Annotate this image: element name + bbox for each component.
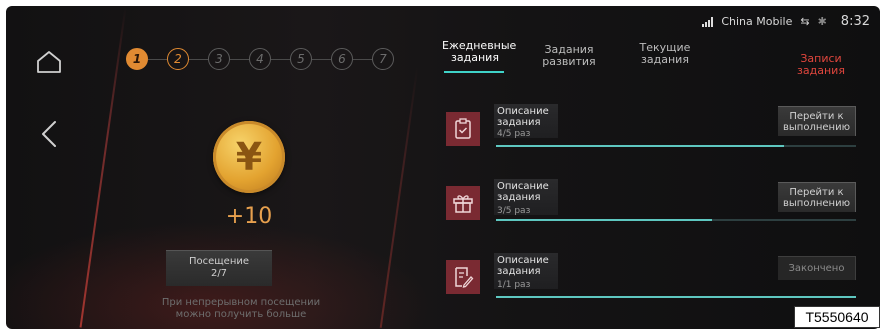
active-tab-indicator <box>444 71 504 73</box>
step-connector <box>189 58 208 60</box>
task-desc-line: задания <box>497 266 541 277</box>
task-desc-line: Описание <box>497 106 549 117</box>
gift-icon <box>446 186 480 220</box>
reward-amount: +10 <box>225 204 273 229</box>
task-progress-bar <box>496 145 856 147</box>
button-label: выполнению <box>783 121 850 133</box>
tab-growth-tasks[interactable]: Задания развития <box>536 44 602 68</box>
task-desc-line: Описание <box>497 181 549 192</box>
divider-line <box>379 67 419 328</box>
step-4: 4 <box>249 48 271 70</box>
visit-label: Посещение <box>188 256 250 267</box>
tab-label: развития <box>542 55 596 68</box>
task-records-link[interactable]: Записи задания <box>788 53 854 77</box>
task-progress-bar <box>496 296 856 298</box>
task-progress-bar <box>496 219 856 221</box>
coin-icon: ¥ <box>213 121 285 193</box>
task-count: 3/5 раз <box>497 206 531 216</box>
step-connector <box>271 58 290 60</box>
button-label: Перейти к <box>789 186 844 198</box>
step-connector <box>312 58 331 60</box>
task-desc-line: задания <box>497 117 541 128</box>
step-3: 3 <box>208 48 230 70</box>
completed-button: Закончено <box>778 256 856 280</box>
signal-icon <box>702 16 714 27</box>
step-indicator: 1 2 3 4 5 6 7 <box>126 48 394 70</box>
button-label: выполнению <box>783 197 850 209</box>
document-edit-icon <box>446 260 480 294</box>
progress-fill <box>496 296 856 298</box>
step-2: 2 <box>167 48 189 70</box>
bluetooth-icon: ✱ <box>817 15 827 28</box>
hint-line: При непрерывном посещении <box>161 297 321 308</box>
button-label: Перейти к <box>789 110 844 122</box>
step-6: 6 <box>331 48 353 70</box>
step-5: 5 <box>290 48 312 70</box>
go-complete-button[interactable]: Перейти к выполнению <box>778 106 856 136</box>
task-count: 1/1 раз <box>497 280 531 290</box>
image-reference-code: T5550640 <box>794 306 880 328</box>
usb-icon: ⇆ <box>800 15 810 28</box>
hint-line: можно получить больше <box>175 309 307 320</box>
divider-line <box>79 7 127 328</box>
task-count: 4/5 раз <box>497 129 531 139</box>
tab-label: задания <box>451 51 499 64</box>
home-icon[interactable] <box>36 50 62 74</box>
clock: 8:32 <box>840 14 870 29</box>
task-desc-line: Описание <box>497 255 549 266</box>
yuan-symbol: ¥ <box>235 135 263 179</box>
step-1: 1 <box>126 48 148 70</box>
step-7: 7 <box>372 48 394 70</box>
task-desc-line: задания <box>497 192 541 203</box>
tab-label: задания <box>797 64 845 77</box>
go-complete-button[interactable]: Перейти к выполнению <box>778 182 856 212</box>
status-bar: China Mobile ⇆ ✱ 8:32 <box>702 14 870 29</box>
button-label: Закончено <box>788 263 845 274</box>
back-icon[interactable] <box>40 120 58 148</box>
app-screen: China Mobile ⇆ ✱ 8:32 1 2 3 4 5 6 7 ¥ +1… <box>6 6 880 329</box>
carrier-label: China Mobile <box>721 15 793 28</box>
visit-count: 2/7 <box>210 268 228 279</box>
streak-hint: При непрерывном посещении можно получить… <box>156 297 326 321</box>
step-connector <box>148 58 167 60</box>
tab-current-tasks[interactable]: Текущие задания <box>632 42 698 66</box>
tab-daily-tasks[interactable]: Ежедневные задания <box>442 40 516 64</box>
visit-counter: Посещение 2/7 <box>166 250 272 286</box>
progress-fill <box>496 145 784 147</box>
step-connector <box>230 58 249 60</box>
tab-label: задания <box>641 53 689 66</box>
progress-fill <box>496 219 712 221</box>
clipboard-check-icon <box>446 112 480 146</box>
step-connector <box>353 58 372 60</box>
